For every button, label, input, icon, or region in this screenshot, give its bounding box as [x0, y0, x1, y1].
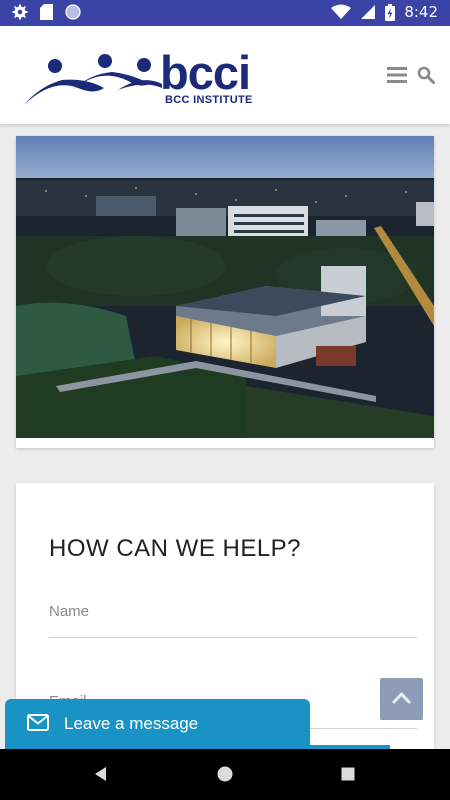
hero-image-card — [16, 136, 434, 448]
signal-icon — [361, 5, 376, 19]
aerial-night-campus-photo — [16, 136, 434, 438]
name-field-label: Name — [49, 603, 90, 620]
leave-message-button[interactable]: Leave a message — [5, 699, 310, 749]
recents-square-icon[interactable] — [341, 767, 355, 781]
navigation-bar — [0, 749, 450, 800]
hamburger-menu-icon[interactable] — [387, 66, 407, 84]
logo-figures-icon — [24, 54, 162, 105]
sd-card-icon — [40, 4, 53, 20]
chevron-up-icon — [392, 692, 411, 704]
gear-icon — [12, 4, 28, 20]
form-title: HOW CAN WE HELP? — [49, 535, 302, 562]
back-triangle-icon[interactable] — [92, 765, 108, 783]
wifi-icon — [331, 4, 352, 19]
logo-subtitle: BCC INSTITUTE — [165, 94, 253, 106]
home-circle-icon[interactable] — [216, 765, 234, 783]
leave-message-label: Leave a message — [64, 714, 199, 733]
scroll-to-top-button[interactable] — [380, 678, 423, 720]
envelope-icon — [27, 714, 49, 731]
logo-wordmark: bcci — [160, 46, 251, 99]
battery-charging-icon — [385, 3, 396, 21]
circle-icon — [65, 4, 81, 20]
site-header: bcci BCC INSTITUTE — [0, 26, 450, 124]
bcci-logo[interactable]: bcci BCC INSTITUTE — [22, 48, 262, 110]
clock: 8:42 — [404, 3, 438, 21]
status-bar: 8:42 — [0, 0, 450, 26]
name-field[interactable]: Name — [49, 594, 417, 638]
search-icon[interactable] — [417, 66, 435, 84]
